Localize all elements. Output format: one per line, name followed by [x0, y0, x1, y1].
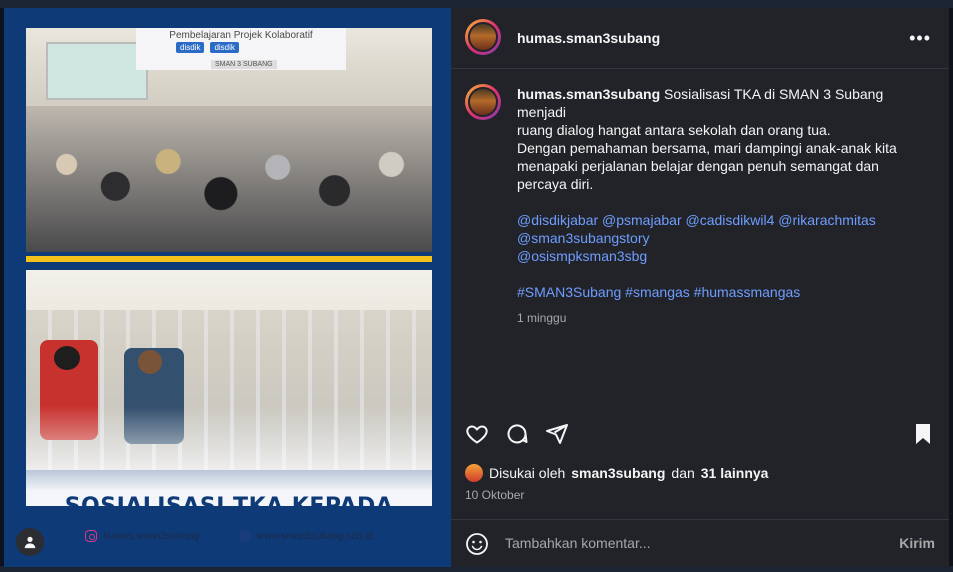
poster-instagram: humas.sman3subang: [85, 530, 199, 542]
caption-body: humas.sman3subang Sosialisasi TKA di SMA…: [517, 85, 927, 327]
poster-fade: [26, 406, 432, 506]
action-bar: [451, 422, 949, 448]
post-modal: Pembelajaran Projek Kolaboratif disdik d…: [4, 8, 949, 567]
post-date[interactable]: 10 Oktober: [465, 488, 524, 502]
poster-divider-bar: [26, 256, 432, 262]
caption-avatar-image: [468, 87, 498, 117]
caption-line-4: menapaki perjalanan belajar dengan penuh…: [517, 158, 879, 174]
save-button[interactable]: [911, 422, 937, 448]
caption-avatar[interactable]: [465, 84, 501, 120]
user-tag-button[interactable]: [16, 528, 44, 556]
caption-mentions-3[interactable]: @osismpksman3sbg: [517, 247, 927, 265]
logo-disdik-2: disdik: [210, 42, 239, 53]
send-comment-button[interactable]: Kirim: [899, 535, 935, 551]
event-banner-text: Pembelajaran Projek Kolaboratif: [169, 30, 313, 41]
backdrop-strip-top: [0, 0, 953, 8]
audience-crowd-1: [26, 106, 432, 252]
comment-input[interactable]: Tambahkan komentar...: [505, 535, 651, 551]
logo-disdik-1: disdik: [176, 42, 205, 53]
post-media[interactable]: Pembelajaran Projek Kolaboratif disdik d…: [4, 8, 451, 567]
like-button[interactable]: [465, 422, 491, 448]
poster-instagram-handle: humas.sman3subang: [103, 530, 199, 542]
poster-website: www.sman3subang.sch.id: [239, 530, 373, 542]
caption-username[interactable]: humas.sman3subang: [517, 86, 660, 102]
post-header: humas.sman3subang •••: [451, 8, 949, 69]
emoji-icon: [466, 533, 488, 555]
person-dark-cap: [54, 346, 80, 370]
caption-hashtags[interactable]: #SMAN3Subang #smangas #humassmangas: [517, 283, 927, 301]
author-username[interactable]: humas.sman3subang: [517, 30, 660, 46]
caption-line-5: percaya diri.: [517, 176, 594, 192]
comment-icon: [507, 424, 528, 444]
caption-mentions-2[interactable]: @sman3subangstory: [517, 229, 927, 247]
likes-user[interactable]: sman3subang: [571, 465, 665, 481]
banner-school-name: SMAN 3 SUBANG: [211, 60, 277, 69]
liker-avatar[interactable]: [465, 464, 483, 482]
likes-prefix: Disukai oleh: [489, 465, 566, 481]
caption-line-3: Dengan pemahaman bersama, mari dampingi …: [517, 140, 897, 156]
author-avatar[interactable]: [465, 19, 501, 55]
caption-time-ago[interactable]: 1 minggu: [517, 309, 927, 327]
person-head: [138, 350, 162, 374]
post-side-panel: humas.sman3subang ••• humas.sman3subang …: [451, 8, 949, 567]
poster-footer: humas.sman3subang www.sman3subang.sch.id: [26, 526, 432, 546]
user-tag-icon: [24, 536, 36, 549]
comment-bar: Tambahkan komentar... Kirim: [451, 519, 949, 568]
poster-photo-top: Pembelajaran Projek Kolaboratif disdik d…: [26, 28, 432, 252]
caption-mentions-1[interactable]: @disdikjabar @psmajabar @cadisdikwil4 @r…: [517, 211, 927, 229]
likes-summary: Disukai oleh sman3subang dan 31 lainnya: [465, 464, 768, 482]
globe-icon: [239, 530, 251, 542]
more-icon[interactable]: •••: [909, 28, 931, 49]
poster-image: Pembelajaran Projek Kolaboratif disdik d…: [26, 28, 432, 546]
poster-website-url: www.sman3subang.sch.id: [257, 530, 373, 542]
bookmark-icon: [916, 424, 930, 444]
author-avatar-image: [468, 22, 498, 52]
heart-icon: [466, 425, 488, 444]
instagram-icon: [85, 530, 98, 542]
banner-logos: disdik disdik: [176, 42, 239, 53]
emoji-button[interactable]: [465, 532, 489, 556]
comment-button[interactable]: [505, 422, 531, 448]
projector-screen: [46, 42, 148, 100]
poster-divider: [26, 252, 432, 270]
caption-line-2: ruang dialog hangat antara sekolah dan o…: [517, 122, 831, 138]
share-icon: [546, 424, 568, 444]
likes-middle: dan: [671, 465, 695, 481]
share-button[interactable]: [545, 422, 571, 448]
likes-others[interactable]: 31 lainnya: [701, 465, 769, 481]
